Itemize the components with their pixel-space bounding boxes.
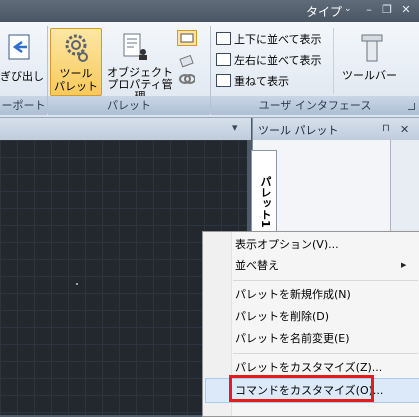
submenu-arrow-icon: ▶ xyxy=(401,261,407,269)
small-palette-button[interactable] xyxy=(177,30,197,46)
cascade-button[interactable]: 重ねて表示 xyxy=(216,73,289,90)
minimize-button[interactable]: – xyxy=(362,3,376,17)
restore-button[interactable]: ❐ xyxy=(380,3,394,17)
menu-item-display-options[interactable]: 表示オプション(V)... xyxy=(235,234,419,255)
palette-title: ツール パレット xyxy=(258,124,339,137)
call-icon xyxy=(6,34,32,60)
tool-palette-label-2: パレット xyxy=(54,80,98,93)
palette-close-icon[interactable]: ✕ xyxy=(400,123,409,136)
link-icon[interactable] xyxy=(179,72,196,89)
close-button[interactable]: ✕ xyxy=(399,3,413,17)
divider xyxy=(333,28,334,94)
toolbar-button[interactable]: ツールバー xyxy=(342,67,397,83)
cascade-label: 重ねて表示 xyxy=(234,75,289,88)
properties-icon xyxy=(122,33,148,64)
menu-separator xyxy=(233,280,418,281)
crosshair-dot xyxy=(76,283,78,285)
dialog-launcher-icon[interactable] xyxy=(408,103,415,110)
eraser-icon[interactable] xyxy=(179,54,195,71)
gear-icon xyxy=(63,33,89,66)
group-label-import: ーポート xyxy=(0,96,47,115)
menu-separator xyxy=(233,353,418,354)
menu-item-new-palette[interactable]: パレットを新規作成(N) xyxy=(235,284,419,305)
tile-vertical-icon xyxy=(216,32,231,45)
chevron-down-icon[interactable]: ▾ xyxy=(232,121,238,134)
tile-horizontal-icon xyxy=(216,53,231,66)
pin-icon[interactable]: ⊓ xyxy=(382,123,390,134)
drawing-tab-bar xyxy=(0,118,251,140)
tool-palette-label-1: ツール xyxy=(59,67,93,80)
menu-item-rename-palette[interactable]: パレットを名前変更(E) xyxy=(235,328,419,349)
tile-horizontal-label: 左右に並べて表示 xyxy=(234,54,322,67)
tile-horizontal-button[interactable]: 左右に並べて表示 xyxy=(216,52,322,69)
tile-vertical-label: 上下に並べて表示 xyxy=(234,33,322,46)
title-bar xyxy=(0,0,419,22)
annotation-highlight-box xyxy=(229,375,374,402)
group-label-palette: パレット xyxy=(48,96,210,115)
toolbar-icon xyxy=(358,33,386,66)
tool-palette-button[interactable]: ツール パレット xyxy=(50,28,102,96)
tile-vertical-button[interactable]: 上下に並べて表示 xyxy=(216,31,322,48)
group-label-ui: ユーザ インタフェース xyxy=(211,96,419,115)
call-button-label[interactable]: ぎび出し xyxy=(0,68,44,84)
menu-item-sort-label: 並べ替え xyxy=(235,259,279,272)
title-dropdown-icon[interactable]: ⌄ xyxy=(344,4,352,14)
menu-item-delete-palette[interactable]: パレットを削除(D) xyxy=(235,306,419,327)
cascade-icon xyxy=(216,74,231,87)
window-title: タイプ xyxy=(306,5,343,19)
palette-tab-label: パレット1 xyxy=(259,176,272,228)
menu-item-sort[interactable]: 並べ替え xyxy=(235,255,419,276)
